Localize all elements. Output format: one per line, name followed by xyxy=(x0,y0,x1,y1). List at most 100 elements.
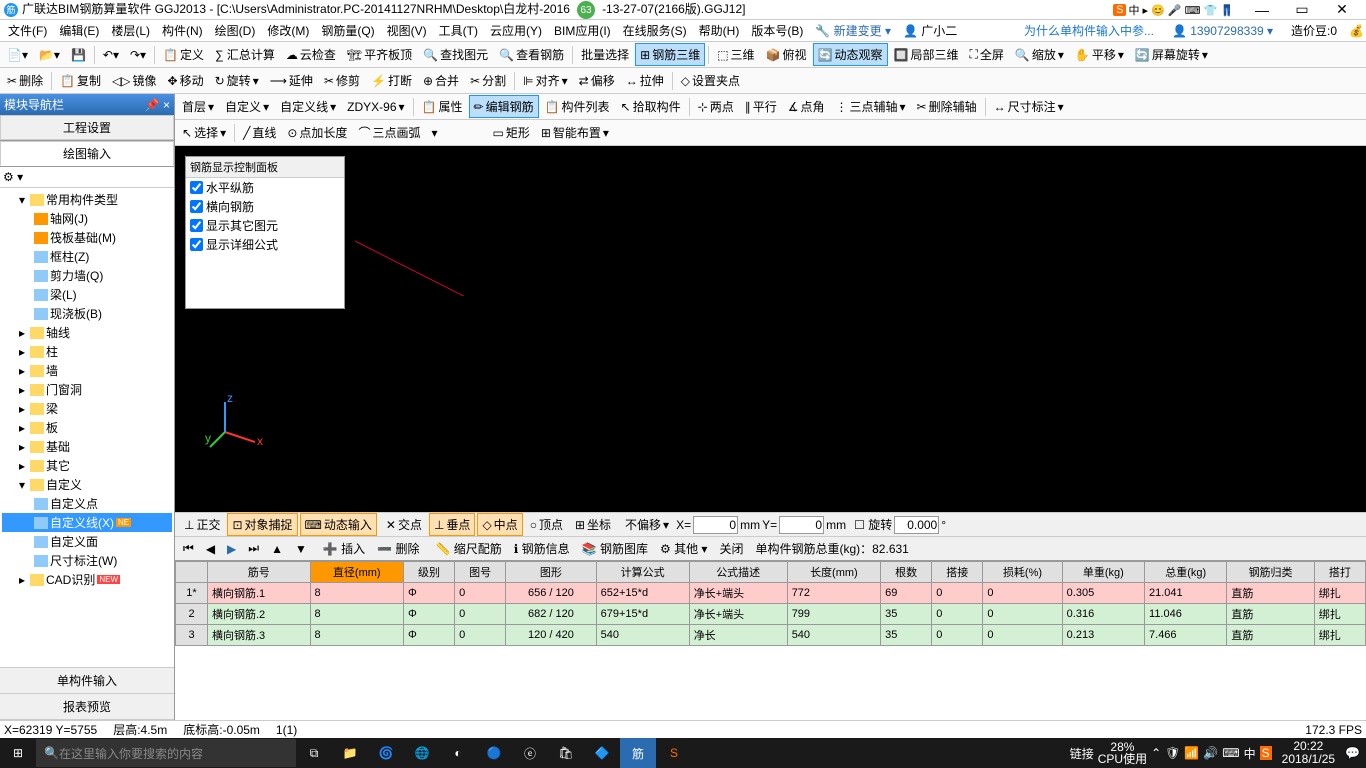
break-button[interactable]: ⚡ 打断 xyxy=(366,69,417,92)
delete-button[interactable]: ✂ 删除 xyxy=(2,69,48,92)
col-header[interactable]: 直径(mm) xyxy=(310,562,403,583)
trim-button[interactable]: ✂ 修剪 xyxy=(319,69,365,92)
table-row[interactable]: 3横向钢筋.38Φ0120 / 420540净长54035000.2137.46… xyxy=(176,625,1366,646)
cloudcheck-button[interactable]: ☁ 云检查 xyxy=(281,43,341,66)
col-header[interactable]: 计算公式 xyxy=(596,562,689,583)
menu-draw[interactable]: 绘图(D) xyxy=(209,20,262,41)
filter-icons[interactable]: ⚙ ▾ xyxy=(0,167,174,188)
copy-button[interactable]: 📋 复制 xyxy=(55,69,106,92)
rebarinfo[interactable]: ℹ 钢筋信息 xyxy=(510,538,574,559)
delaux-button[interactable]: ✂ 删除辅轴 xyxy=(912,95,982,118)
fullscreen-button[interactable]: ⛶ 全屏 xyxy=(964,43,1008,66)
twopt-button[interactable]: ⊹ 两点 xyxy=(693,95,739,118)
align-button[interactable]: ⊫ 对齐 ▾ xyxy=(518,69,573,92)
customline-dropdown[interactable]: 自定义线 ▾ xyxy=(275,95,341,118)
editrebar-button[interactable]: ✏ 编辑钢筋 xyxy=(469,95,539,118)
mid-toggle[interactable]: ◇ 中点 xyxy=(477,513,522,536)
setpoint-button[interactable]: ◇ 设置夹点 xyxy=(676,69,745,92)
insert-row[interactable]: ➕ 插入 xyxy=(319,538,369,559)
nav-last[interactable]: ⏭ xyxy=(244,539,263,558)
sogou-icon[interactable]: S xyxy=(656,738,692,768)
redo-button[interactable]: ↷▾ xyxy=(125,45,151,65)
y-input[interactable] xyxy=(779,516,824,534)
table-row[interactable]: 1*横向钢筋.18Φ0656 / 120652+15*d净长+端头7726900… xyxy=(176,583,1366,604)
col-header[interactable]: 搭打 xyxy=(1314,562,1365,583)
col-header[interactable]: 级别 xyxy=(403,562,454,583)
nav-down[interactable]: ▼ xyxy=(291,540,311,558)
table-row[interactable]: 2横向钢筋.28Φ0682 / 120679+15*d净长+端头79935000… xyxy=(176,604,1366,625)
floor-dropdown[interactable]: 首层 ▾ xyxy=(177,95,219,118)
nooffset-dropdown[interactable]: 不偏移 ▾ xyxy=(620,513,674,536)
rebarlib[interactable]: 📚 钢筋图库 xyxy=(578,538,652,559)
col-header[interactable]: 筋号 xyxy=(208,562,311,583)
user-phone[interactable]: 👤 13907298339 ▾ xyxy=(1166,22,1279,40)
search-box[interactable]: 🔍 在这里输入你要搜索的内容 xyxy=(36,739,296,767)
vertex-toggle[interactable]: ○ 顶点 xyxy=(525,513,568,536)
zdyx-dropdown[interactable]: ZDYX-96 ▾ xyxy=(342,97,409,117)
open-button[interactable]: 📂▾ xyxy=(34,45,65,65)
rebar3d-button[interactable]: ⊞ 钢筋三维 xyxy=(635,43,705,66)
x-input[interactable] xyxy=(693,516,738,534)
coord-toggle[interactable]: ⊞ 坐标 xyxy=(570,513,616,536)
close-table[interactable]: 关闭 xyxy=(715,538,747,559)
arc-dropdown[interactable]: ▾ xyxy=(426,123,486,143)
tray-sec[interactable]: 🛡 xyxy=(1165,746,1180,760)
start-button[interactable]: ⊞ xyxy=(0,738,36,768)
objsnap-toggle[interactable]: ⊡ 对象捕捉 xyxy=(227,513,297,536)
findgraph-button[interactable]: 🔍 查找图元 xyxy=(418,43,493,66)
component-tree[interactable]: ▾常用构件类型 轴网(J) 筏板基础(M) 框柱(Z) 剪力墙(Q) 梁(L) … xyxy=(0,188,174,667)
define-button[interactable]: 📋 定义 xyxy=(158,43,209,66)
chk-detail[interactable]: 显示详细公式 xyxy=(186,235,344,254)
app-icon-2[interactable]: ◐ xyxy=(440,738,476,768)
intersect-toggle[interactable]: ✕ 交点 xyxy=(381,513,427,536)
col-header[interactable]: 公式描述 xyxy=(689,562,787,583)
app-icon-1[interactable]: 🌀 xyxy=(368,738,404,768)
menu-rebar[interactable]: 钢筋量(Q) xyxy=(315,20,380,41)
smartlayout-button[interactable]: ⊞ 智能布置 ▾ xyxy=(536,121,614,144)
menu-modify[interactable]: 修改(M) xyxy=(261,20,315,41)
col-header[interactable]: 根数 xyxy=(881,562,932,583)
minimize-button[interactable]: — xyxy=(1242,0,1282,20)
attr-button[interactable]: 📋 属性 xyxy=(417,95,468,118)
save-button[interactable]: 💾 xyxy=(66,45,91,65)
merge-button[interactable]: ⊕ 合并 xyxy=(418,69,464,92)
guangxiaoer[interactable]: 👤 广小二 xyxy=(897,20,963,41)
batchsel-button[interactable]: 批量选择 xyxy=(576,43,634,66)
menu-bim[interactable]: BIM应用(I) xyxy=(548,20,617,41)
undo-button[interactable]: ↶▾ xyxy=(98,45,124,65)
dynobs-button[interactable]: 🔄 动态观察 xyxy=(813,43,888,66)
notification-badge[interactable]: 63 xyxy=(577,1,595,19)
maximize-button[interactable]: ▭ xyxy=(1282,0,1322,20)
nav-up[interactable]: ▲ xyxy=(267,540,287,558)
rebar-display-panel[interactable]: 钢筋显示控制面板 水平纵筋 横向钢筋 显示其它图元 显示详细公式 xyxy=(185,156,345,309)
other-dropdown[interactable]: ⚙ 其他 ▾ xyxy=(656,538,711,559)
tray-ime2[interactable]: 中 xyxy=(1244,745,1256,762)
new-button[interactable]: 📄▾ xyxy=(2,45,33,65)
move-button[interactable]: ✥ 移动 xyxy=(163,69,209,92)
offset-button[interactable]: ⇄ 偏移 xyxy=(574,69,620,92)
tab-draw[interactable]: 绘图输入 xyxy=(0,141,174,166)
chk-hbar[interactable]: 水平纵筋 xyxy=(186,178,344,197)
report-preview-tab[interactable]: 报表预览 xyxy=(0,694,174,720)
action-center[interactable]: 💬 xyxy=(1345,746,1360,760)
nav-first[interactable]: ⏮ xyxy=(179,539,198,558)
rect-button[interactable]: ▭ 矩形 xyxy=(487,121,534,144)
screenrot-button[interactable]: 🔄 屏幕旋转 ▾ xyxy=(1130,43,1213,66)
clock[interactable]: 20:222018/1/25 xyxy=(1276,740,1341,766)
perp-toggle[interactable]: ⊥ 垂点 xyxy=(429,513,475,536)
col-header[interactable]: 单重(kg) xyxy=(1062,562,1144,583)
col-header[interactable]: 搭接 xyxy=(932,562,983,583)
viewport-3d[interactable]: 2 B 钢筋显示控制面板 xyxy=(175,146,1366,512)
zoom-button[interactable]: 🔍 缩放 ▾ xyxy=(1010,43,1069,66)
rebar-table[interactable]: 筋号直径(mm)级别图号图形计算公式公式描述长度(mm)根数搭接损耗(%)单重(… xyxy=(175,560,1366,720)
col-header[interactable]: 图号 xyxy=(455,562,506,583)
menu-version[interactable]: 版本号(B) xyxy=(745,20,809,41)
ime-bar[interactable]: S 中 ▸ 😊 🎤 ⌨ 👕 👖 xyxy=(1113,2,1234,18)
nav-next[interactable]: ▶ xyxy=(223,540,240,558)
taskview-icon[interactable]: ⧉ xyxy=(296,738,332,768)
browser-icon[interactable]: 🔵 xyxy=(476,738,512,768)
delete-row[interactable]: ➖ 删除 xyxy=(373,538,423,559)
explorer-icon[interactable]: 📁 xyxy=(332,738,368,768)
chk-other[interactable]: 显示其它图元 xyxy=(186,216,344,235)
menu-online[interactable]: 在线服务(S) xyxy=(617,20,693,41)
